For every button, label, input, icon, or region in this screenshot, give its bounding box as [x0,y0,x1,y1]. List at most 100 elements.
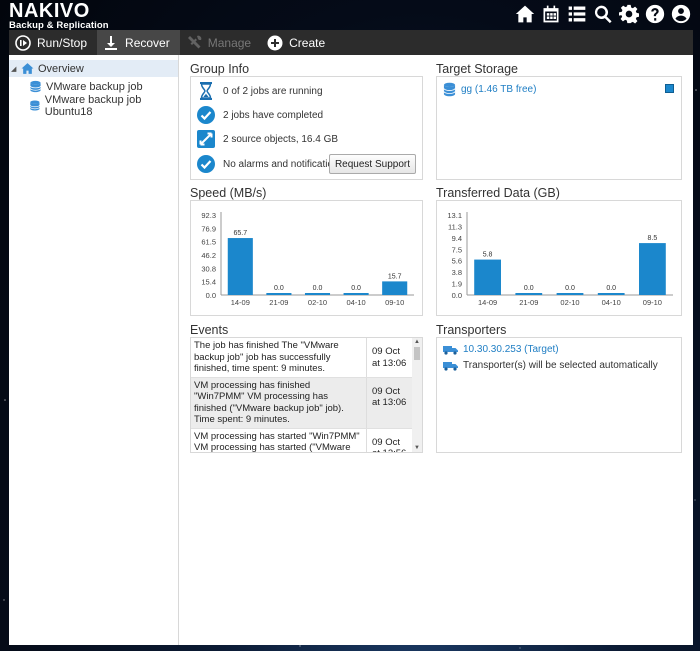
bar [266,293,292,295]
event-date: 09 Oct at 12:56 [372,436,406,453]
recover-button[interactable]: Recover [97,30,180,55]
running-jobs-row: 0 of 2 jobs are running [197,82,323,100]
create-button[interactable]: Create [261,30,335,55]
y-tick-label: 76.9 [201,224,216,233]
storage-status-indicator [665,84,674,93]
data-label: 15.7 [388,273,402,280]
create-label: Create [289,35,326,50]
user-icon[interactable] [670,3,692,25]
transporter-target-label: 10.30.30.253 (Target) [463,344,559,355]
x-tick-label: 21-09 [519,298,538,307]
group-info-title: Group Info [190,62,250,76]
data-label: 0.0 [274,285,284,292]
scroll-down-icon[interactable]: ▼ [413,445,421,451]
home-icon[interactable] [514,3,536,25]
events-title: Events [190,323,229,337]
y-tick-label: 92.3 [201,211,216,220]
y-tick-label: 3.8 [452,268,462,277]
scroll-thumb[interactable] [414,347,420,360]
running-jobs-text: 0 of 2 jobs are running [223,85,323,97]
bar [304,293,331,295]
x-tick-label: 09-10 [643,298,662,307]
truck-icon [443,361,458,371]
request-support-button[interactable]: Request Support [328,154,416,174]
scroll-up-icon[interactable]: ▲ [413,339,421,345]
bar [556,293,584,295]
bar [515,293,543,295]
list-icon[interactable] [566,3,588,25]
events-panel: The job has finished The "VMware backup … [190,337,423,453]
x-tick-label: 04-10 [602,298,621,307]
bar [639,243,666,295]
events-scrollbar[interactable]: ▲ ▼ [412,338,422,452]
main-window: ◢ Overview VMware backup job VMware back… [9,55,693,645]
storage-item-label: gg (1.46 TB free) [461,84,537,95]
event-date: 09 Oct at 13:06 [372,385,407,409]
x-tick-label: 02-10 [560,298,579,307]
x-tick-label: 14-09 [478,298,497,307]
event-text: VM processing has started "Win7PMM" VM p… [191,428,367,452]
completed-jobs-row: 2 jobs have completed [197,106,323,124]
calendar-icon[interactable] [540,3,562,25]
check-circle-icon [197,106,215,124]
event-row[interactable]: VM processing has finished "Win7PMM" VM … [191,377,413,429]
help-icon[interactable] [644,3,666,25]
data-label: 5.8 [483,252,493,259]
alarms-row: No alarms and notifications [197,155,344,173]
data-label: 0.0 [351,285,361,292]
gear-icon[interactable] [618,3,640,25]
y-tick-label: 0.0 [206,291,216,300]
y-tick-label: 11.3 [448,222,462,231]
resize-arrows-icon [197,130,215,148]
bar [227,238,253,295]
data-label: 0.0 [524,285,534,292]
event-row[interactable]: VM processing has started "Win7PMM" VM p… [191,428,413,453]
manage-button[interactable]: Manage [180,30,261,55]
x-tick-label: 21-09 [269,298,288,307]
y-tick-label: 30.8 [201,264,216,273]
transferred-chart-panel: 13.1 11.3 9.4 7.5 5.6 3.8 1.9 0.0 5.8 14-09 0.0 21-… [436,200,682,316]
y-tick-label: 13.1 [447,211,462,220]
speed-chart: 92.3 76.9 61.5 46.2 30.8 15.4 0.0 65.7 14-09 0.0 2… [201,211,414,307]
data-label: 0.0 [565,285,575,292]
database-icon [29,100,40,111]
run-stop-icon [15,34,31,51]
transporter-auto: Transporter(s) will be selected automati… [443,360,658,371]
transferred-chart: 13.1 11.3 9.4 7.5 5.6 3.8 1.9 0.0 5.8 14-09 0.0 21-… [447,211,673,307]
database-icon [443,82,456,97]
speed-chart-panel: 92.3 76.9 61.5 46.2 30.8 15.4 0.0 65.7 14-09 0.0 2… [190,200,423,316]
tree-item-overview[interactable]: ◢ Overview [9,60,178,77]
recover-label: Recover [125,35,170,50]
bar [597,293,625,295]
logo-main-text: NAKIVO [9,0,90,22]
database-icon [30,80,41,93]
plus-circle-icon [267,35,283,50]
x-tick-label: 09-10 [385,298,404,307]
source-objects-row: 2 source objects, 16.4 GB [197,130,338,148]
data-label: 8.5 [648,235,658,242]
hourglass-icon [197,82,215,100]
truck-icon [443,345,458,355]
jobs-tree: ◢ Overview VMware backup job VMware back… [9,55,179,645]
bar [343,293,369,295]
tree-item-label: VMware backup job [46,80,143,93]
source-objects-text: 2 source objects, 16.4 GB [223,133,339,145]
tools-icon [187,35,202,48]
event-row[interactable]: The job has finished The "VMware backup … [191,338,413,378]
home-icon [21,63,34,74]
tree-item-job-2[interactable]: VMware backup job Ubuntu18 [9,94,178,118]
y-tick-label: 46.2 [201,251,216,260]
data-label: 0.0 [606,285,616,292]
download-icon [105,35,118,50]
check-circle-icon [197,155,215,173]
run-stop-button[interactable]: Run/Stop [9,30,97,55]
search-icon[interactable] [592,3,614,25]
event-text: VM processing has finished "Win7PMM" VM … [191,377,367,428]
transporter-target[interactable]: 10.30.30.253 (Target) [443,344,559,355]
x-tick-label: 14-09 [231,298,250,307]
storage-item[interactable]: gg (1.46 TB free) [443,82,536,97]
group-info-panel: 0 of 2 jobs are running 2 jobs have comp… [190,76,423,180]
expand-arrow-icon[interactable]: ◢ [11,65,21,73]
target-storage-title: Target Storage [436,62,518,76]
transferred-chart-title: Transferred Data (GB) [436,186,560,200]
